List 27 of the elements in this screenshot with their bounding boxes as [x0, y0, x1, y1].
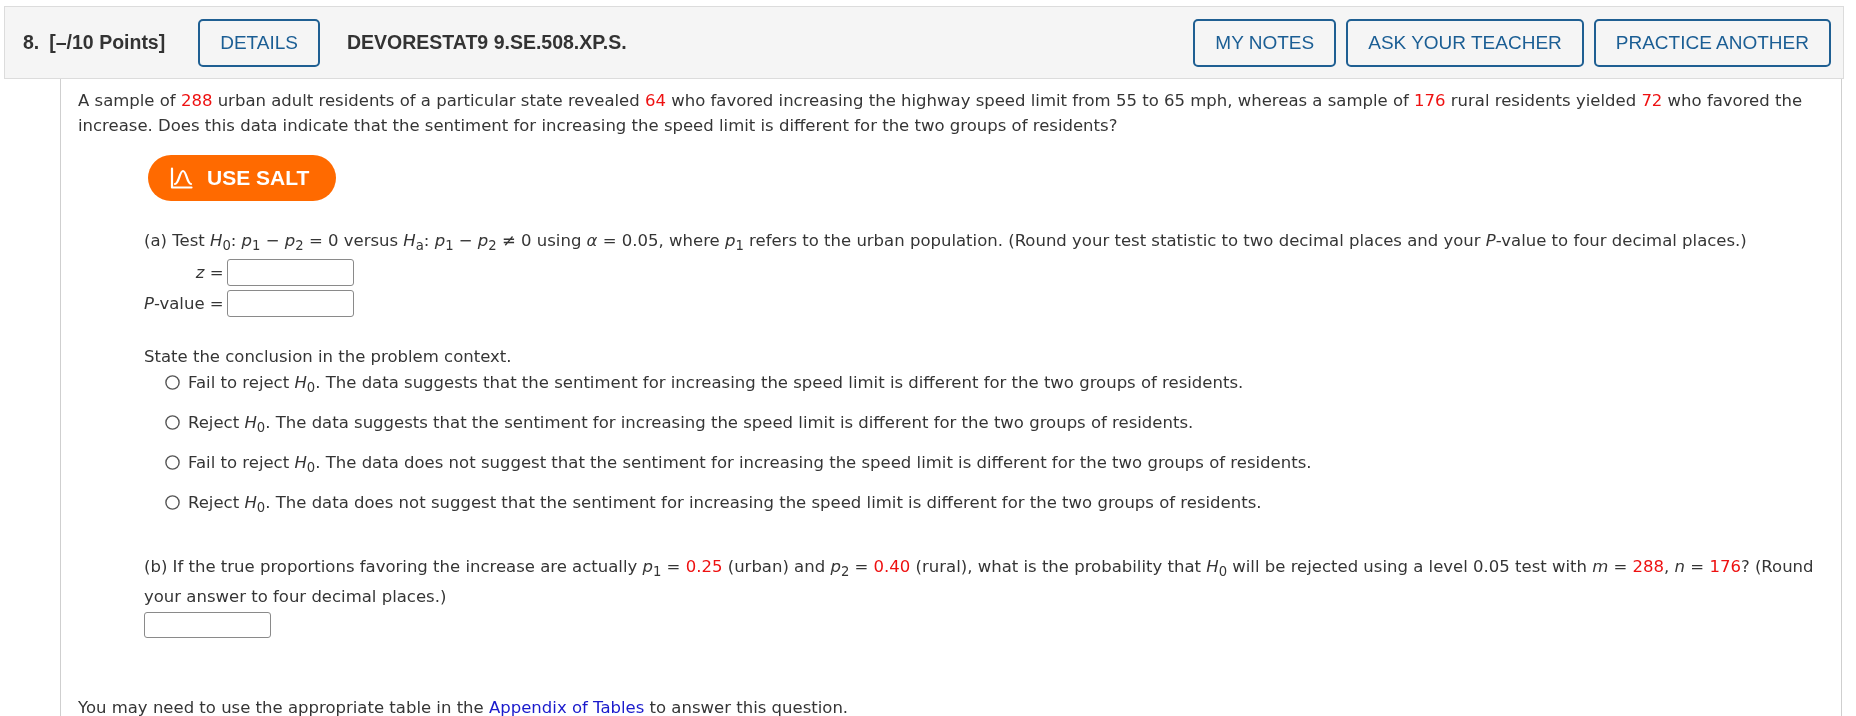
radio-icon[interactable] — [165, 414, 180, 430]
radio-icon[interactable] — [165, 374, 180, 390]
question-number: 8. — [23, 31, 40, 54]
radio-option[interactable]: Fail to reject H$_{0}$. The data suggests that the sentiment for increasing the speed limit is different for the two groups of residents. — [144, 369, 1244, 395]
field-label: z = — [195, 262, 224, 283]
radio-icon[interactable] — [165, 454, 180, 470]
radio-icon[interactable] — [165, 494, 180, 510]
ask-teacher-button[interactable]: ASK YOUR TEACHER — [1346, 18, 1584, 67]
answer-field[interactable] — [226, 259, 354, 286]
question-code: DEVORESTAT9 9.SE.508.XP.S. — [347, 31, 627, 54]
part-a-prompt: (a) Test H$_{0}$: p$_{1}$ − p$_{2}$ = 0 versus H$_{a}$: p$_{1}$ − p$_{2}$ ≠ 0 using α = 0.05, where p$_{1}$ refers to the urban population. (Round your test statistic to two decimal places and your P-value to four decimal places.) — [144, 229, 1748, 253]
notes-button[interactable]: MY NOTES — [1193, 18, 1337, 67]
answer-field[interactable] — [144, 612, 271, 638]
radio-option[interactable]: Reject H$_{0}$. The data does not suggest that the sentiment for increasing the speed limit is different for the two groups of residents. — [144, 489, 1262, 515]
conclusion-prompt: State the conclusion in the problem context. — [144, 345, 513, 368]
points-label: [–/10 Points] — [49, 31, 166, 54]
radio-option[interactable]: Reject H$_{0}$. The data suggests that the sentiment for increasing the speed limit is different for the two groups of residents. — [144, 409, 1194, 435]
appendix-link[interactable]: Appendix of Tables — [489, 698, 645, 716]
radio-option[interactable]: Fail to reject H$_{0}$. The data does not suggest that the sentiment for increasing the speed limit is different for the two groups of residents. — [144, 449, 1312, 475]
question-text: A sample of 288 urban adult residents of a particular state revealed 64 who favored increasing the highway speed limit from 55 to 65 mph, whereas a sample of 176 rural residents yielded 72 who favored the increase. Does this data indicate that the sentiment for increasing the speed limit is different for the two groups of residents? — [78, 89, 1804, 137]
practice-another-button[interactable]: PRACTICE ANOTHER — [1593, 18, 1831, 67]
details-button[interactable]: DETAILS — [198, 18, 320, 67]
field-label: P-value = — [144, 293, 224, 314]
answer-field[interactable] — [226, 290, 354, 317]
part-b-prompt: (b) If the true proportions favoring the increase are actually p$_{1}$ = 0.25 (urban) and p$_{2}$ = 0.40 (rural), what is the probability that H$_{0}$ will be rejected using a level 0.05 test with m = 288, n = 176? (Round your answer to four decimal places.) — [144, 556, 1815, 608]
bell-curve-icon — [170, 167, 193, 189]
table-note: You may need to use the appropriate table in the Appendix of Tables to answer this question. — [78, 700, 850, 716]
